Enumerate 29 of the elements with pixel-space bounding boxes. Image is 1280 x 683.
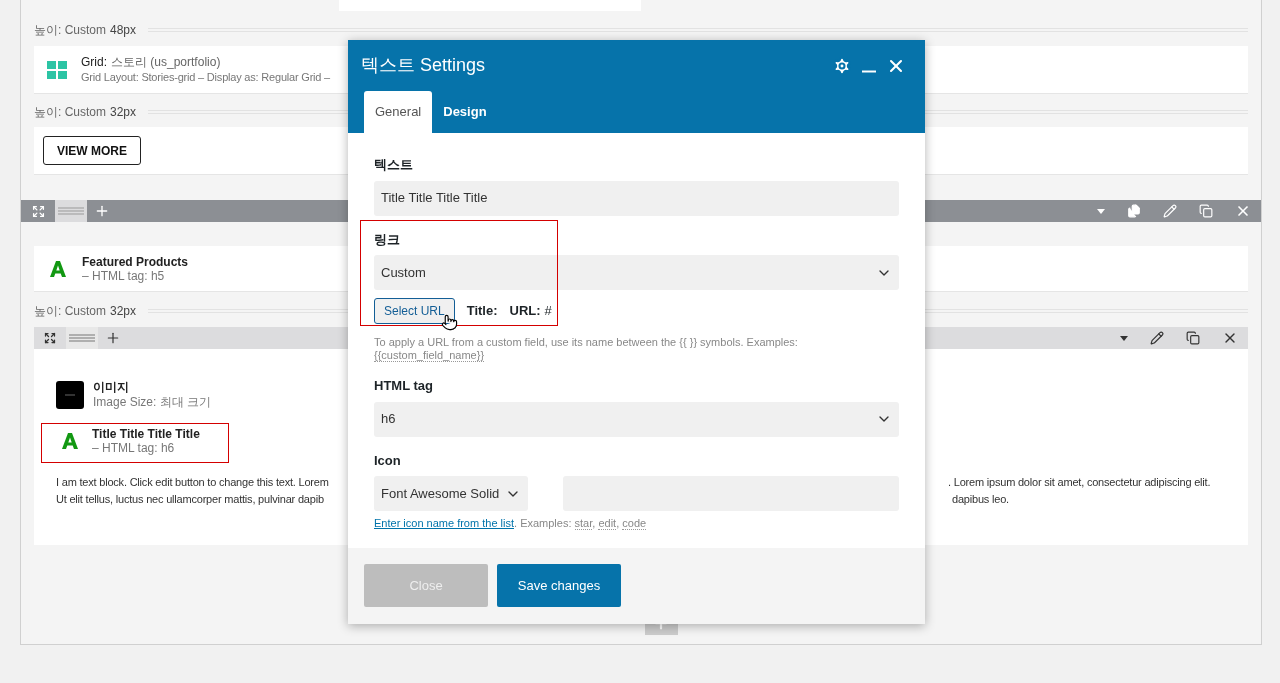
spacer-label: 높이: Custom [34,22,106,39]
element-title: Featured Products [82,254,189,269]
url-label: URL: [509,302,541,321]
spacer-value: 32px [110,104,137,121]
element-subtitle: – HTML tag: h6 [92,441,176,455]
field-label: Icon [374,451,402,470]
element-title: 스토리 (us_portfolio) [111,54,221,70]
text-line: I am text block. Click edit button to change this text. Lorem [56,475,329,490]
element-title: Title Title Title Title [92,427,200,441]
text-line: . Lorem ipsum dolor sit amet, consectetur adipiscing elit. [948,475,1212,490]
text-line: dapibus leo. [951,492,1010,507]
spacer-value: 48px [110,22,137,39]
element-subtitle: Grid Layout: Stories-grid – Display as: Regular Grid – [81,69,331,85]
element-subtitle: Image Size: 최대 크기 [93,395,212,410]
text-line: Ut elit tellus, luctus nec ullamcorper mattis, pulvinar dapib [56,492,325,507]
field-label: 텍스트 [374,156,414,174]
field-label: 링크 [374,230,401,249]
field-hint: To apply a URL from a custom field, use its name between the {{ }} symbols. Examples: {{custom_field_name}} [374,336,799,362]
element-title: 이미지 [93,380,130,395]
spacer-value: 32px [110,303,137,320]
spacer-label: 높이: Custom [34,303,106,320]
url-value: # [544,302,552,321]
element-subtitle: – HTML tag: h5 [82,268,166,283]
dialog-title: 텍스트 Settings [361,54,486,77]
element-type: Grid: [81,54,107,70]
title-label: Title: [466,302,498,321]
spacer-label: 높이: Custom [34,104,106,121]
field-label: HTML tag [374,377,434,395]
field-hint: Enter icon name from the list. Examples: star, edit, code [374,516,648,532]
